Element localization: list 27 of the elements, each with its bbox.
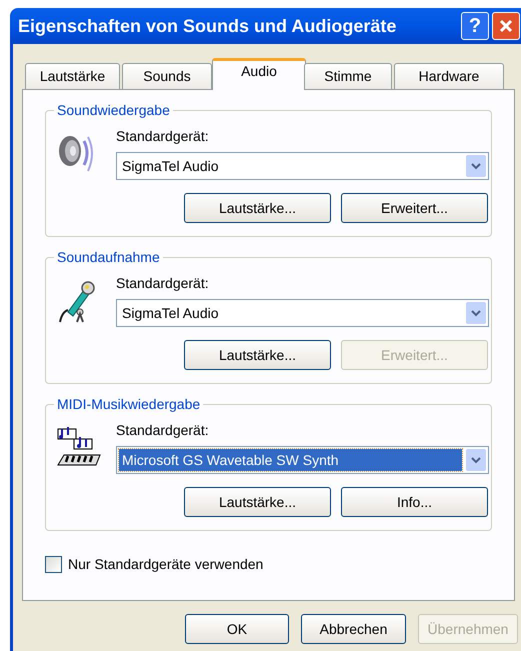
tab[interactable]: Audio — [212, 58, 306, 90]
field-label: Standardgerät: — [116, 274, 209, 292]
tab[interactable]: Stimme — [304, 63, 392, 90]
device-dropdown[interactable]: Microsoft GS Wavetable SW Synth — [116, 446, 489, 474]
device-dropdown[interactable]: SigmaTel Audio — [116, 152, 489, 180]
dialog-button[interactable]: Lautstärke... — [184, 487, 331, 517]
dialog-button[interactable]: Info... — [341, 487, 488, 517]
dropdown-value: Microsoft GS Wavetable SW Synth — [119, 449, 462, 471]
field-label: Standardgerät: — [116, 127, 209, 145]
checkbox-label: Nur Standardgeräte verwenden — [68, 555, 264, 574]
tab[interactable]: Lautstärke — [25, 63, 120, 90]
dialog-button[interactable]: Lautstärke... — [184, 340, 331, 370]
device-dropdown[interactable]: SigmaTel Audio — [116, 299, 489, 327]
tab[interactable]: Hardware — [394, 63, 504, 90]
field-label: Standardgerät: — [116, 421, 209, 439]
dropdown-value: SigmaTel Audio — [121, 304, 220, 323]
tab[interactable]: Sounds — [122, 63, 212, 90]
dialog-button[interactable]: Erweitert... — [341, 193, 488, 223]
dialog-button[interactable]: Abbrechen — [301, 614, 406, 644]
close-button[interactable] — [492, 12, 520, 40]
dialog-button[interactable]: Lautstärke... — [184, 193, 331, 223]
dialog-button[interactable]: OK — [185, 614, 289, 644]
checkbox[interactable] — [45, 556, 62, 573]
window-title: Eigenschaften von Sounds und Audiogeräte — [18, 14, 396, 38]
help-button[interactable]: ? — [461, 12, 489, 40]
dropdown-value: SigmaTel Audio — [121, 156, 220, 176]
close-icon — [499, 19, 513, 33]
